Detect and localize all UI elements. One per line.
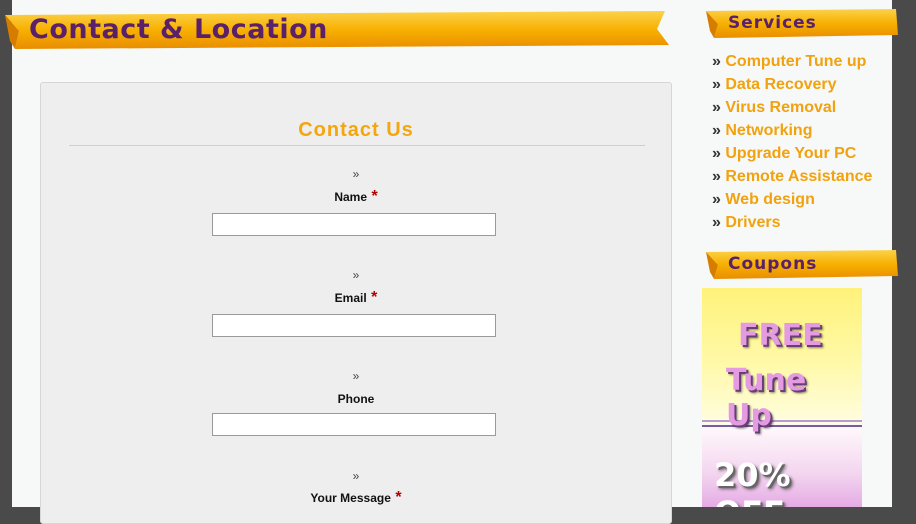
coupon-line-free: FREE [738,318,823,353]
contact-heading: Contact Us [298,119,414,141]
contact-form: Contact Us » Name * » Email * » Phone » … [40,82,672,524]
page-title: Contact & Location [29,14,328,45]
services-ribbon: Services [706,9,906,39]
coupon-line-tuneup: Tune Up [726,363,807,433]
coupon-line-discount: 20% OFF [714,456,791,507]
heading-divider [69,145,645,146]
list-item: » Upgrade Your PC [712,145,857,162]
service-link[interactable]: Virus Removal [725,99,836,116]
list-item: » Remote Assistance [712,168,873,185]
coupons-ribbon: Coupons [706,250,906,280]
name-marker: » [352,167,360,181]
list-item: » Web design [712,191,815,208]
coupons-title: Coupons [728,254,818,274]
coupon-banner[interactable]: FREE Tune Up 20% OFF [702,288,862,507]
list-item: » Data Recovery [712,76,837,93]
email-marker: » [352,268,360,282]
name-field[interactable] [212,213,496,236]
email-field[interactable] [212,314,496,337]
list-item: » Drivers [712,214,781,231]
message-label: Your Message * [310,489,402,506]
list-item: » Networking [712,122,813,139]
phone-field[interactable] [212,413,496,436]
service-link[interactable]: Remote Assistance [725,168,872,185]
service-link[interactable]: Upgrade Your PC [725,145,856,162]
list-item: » Computer Tune up [712,53,867,70]
email-label: Email * [334,289,378,306]
list-item: » Virus Removal [712,99,837,116]
services-title: Services [728,13,817,33]
service-link[interactable]: Networking [725,122,812,139]
message-marker: » [352,469,360,483]
phone-marker: » [352,369,360,383]
main-title-ribbon: Contact & Location [5,11,675,49]
service-link[interactable]: Web design [725,191,815,208]
service-link[interactable]: Computer Tune up [725,53,866,70]
service-link[interactable]: Drivers [725,214,780,231]
name-label: Name * [334,188,378,205]
services-list: » Computer Tune up » Data Recovery » Vir… [712,50,872,234]
service-link[interactable]: Data Recovery [725,76,836,93]
phone-label: Phone [337,392,375,406]
